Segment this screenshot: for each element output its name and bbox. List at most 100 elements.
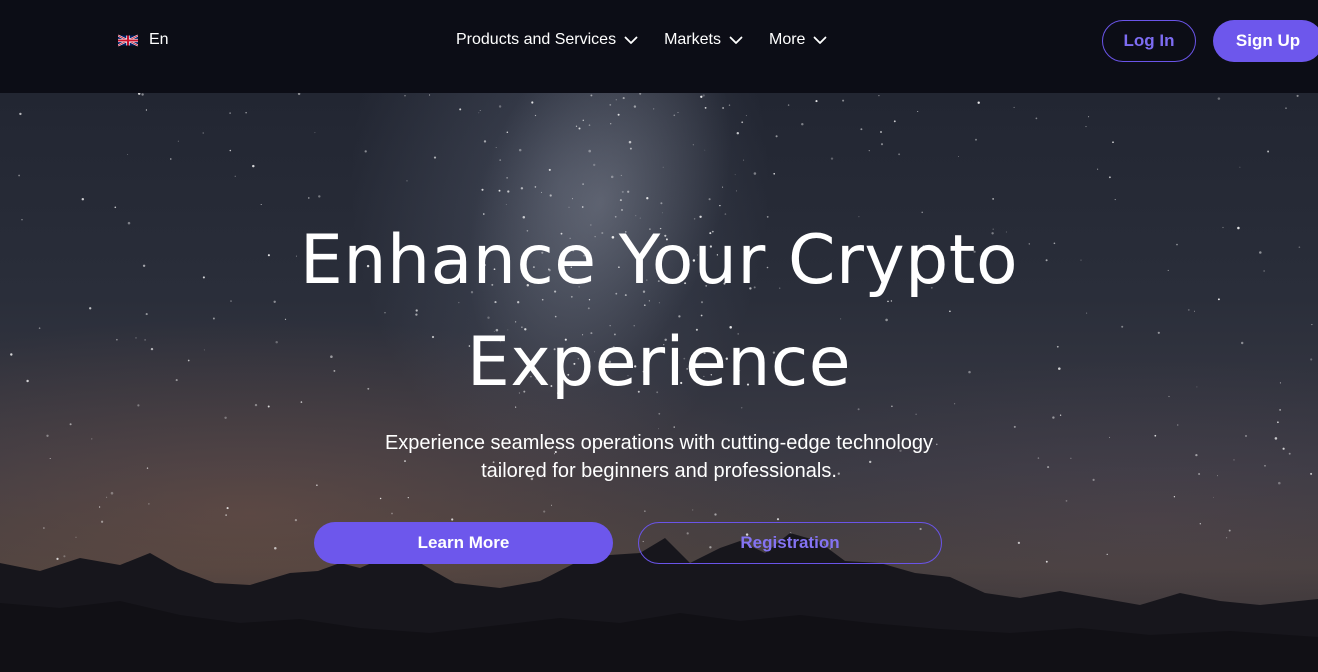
top-navigation-bar: En Products and Services Markets More Lo… [0, 0, 1318, 93]
learn-more-button[interactable]: Learn More [314, 522, 613, 564]
star [702, 94, 705, 97]
star [617, 113, 620, 116]
star [1239, 166, 1241, 168]
star [549, 194, 552, 197]
star [735, 190, 738, 192]
star [379, 497, 382, 500]
star [234, 175, 236, 177]
nav-label: Products and Services [456, 31, 617, 48]
star [127, 153, 129, 156]
star [621, 190, 624, 193]
star [260, 203, 262, 206]
star [100, 520, 104, 523]
star [106, 496, 108, 498]
star [63, 555, 66, 558]
registration-button[interactable]: Registration [638, 522, 942, 564]
star [520, 187, 524, 190]
star [531, 101, 534, 104]
star [459, 108, 462, 111]
star [773, 173, 775, 175]
star [506, 177, 508, 179]
star [1217, 97, 1221, 100]
star [1088, 116, 1090, 118]
star [734, 174, 736, 176]
star [1177, 424, 1179, 426]
star [114, 206, 117, 209]
star [704, 149, 706, 151]
star [1112, 141, 1114, 144]
star [534, 186, 537, 188]
star [1045, 560, 1048, 563]
star [745, 115, 747, 117]
star [543, 510, 546, 513]
star [722, 186, 724, 188]
star [653, 108, 655, 110]
star [627, 190, 630, 193]
language-selector[interactable]: En [118, 29, 169, 51]
star [572, 198, 573, 200]
star [1097, 168, 1099, 170]
star [1285, 107, 1287, 109]
login-button[interactable]: Log In [1102, 20, 1196, 62]
hero-title-line-1: Enhance Your Crypto [299, 221, 1019, 300]
main-nav: Products and Services Markets More [456, 28, 827, 52]
star [629, 147, 632, 150]
star [917, 110, 919, 113]
star [673, 114, 676, 117]
star [736, 131, 740, 135]
star [1085, 126, 1087, 128]
star [610, 175, 614, 179]
star [406, 180, 408, 182]
star [229, 149, 232, 152]
signup-button[interactable]: Sign Up [1213, 20, 1318, 62]
star [719, 204, 721, 207]
nav-more[interactable]: More [769, 31, 827, 49]
star [1108, 176, 1111, 179]
star [252, 164, 255, 168]
star [582, 183, 584, 185]
nav-products-and-services[interactable]: Products and Services [456, 31, 638, 49]
star [479, 110, 481, 111]
nav-markets[interactable]: Markets [664, 31, 743, 49]
star [69, 423, 72, 426]
star [578, 127, 581, 130]
chevron-down-icon [814, 36, 827, 44]
uk-flag-icon [118, 34, 138, 46]
nav-label: More [768, 31, 806, 48]
star [815, 100, 818, 103]
star [692, 509, 694, 511]
star [958, 156, 960, 158]
star [19, 112, 22, 116]
star [722, 107, 725, 109]
star [868, 149, 870, 152]
star [137, 93, 141, 95]
star [628, 140, 632, 144]
star [364, 150, 367, 153]
star [898, 153, 901, 156]
star [1296, 94, 1299, 97]
star [1035, 117, 1038, 120]
star [202, 132, 204, 134]
star [141, 93, 144, 96]
star [842, 99, 845, 102]
star [660, 202, 663, 205]
hero-section: Enhance Your Crypto Experience Experience… [0, 93, 1318, 672]
star [593, 163, 596, 167]
star [1065, 500, 1068, 502]
star [433, 156, 437, 159]
star [753, 172, 757, 175]
star [518, 148, 522, 152]
star [177, 140, 180, 142]
star [622, 97, 625, 100]
star [801, 122, 804, 126]
star [81, 197, 85, 201]
star [391, 512, 393, 515]
star [481, 188, 484, 191]
star [1226, 537, 1228, 539]
star [590, 94, 593, 97]
hero-title-line-2: Experience [466, 323, 852, 402]
star [700, 95, 703, 98]
hero-title: Enhance Your Crypto Experience [0, 210, 1318, 415]
star [551, 504, 552, 506]
star [860, 128, 863, 131]
